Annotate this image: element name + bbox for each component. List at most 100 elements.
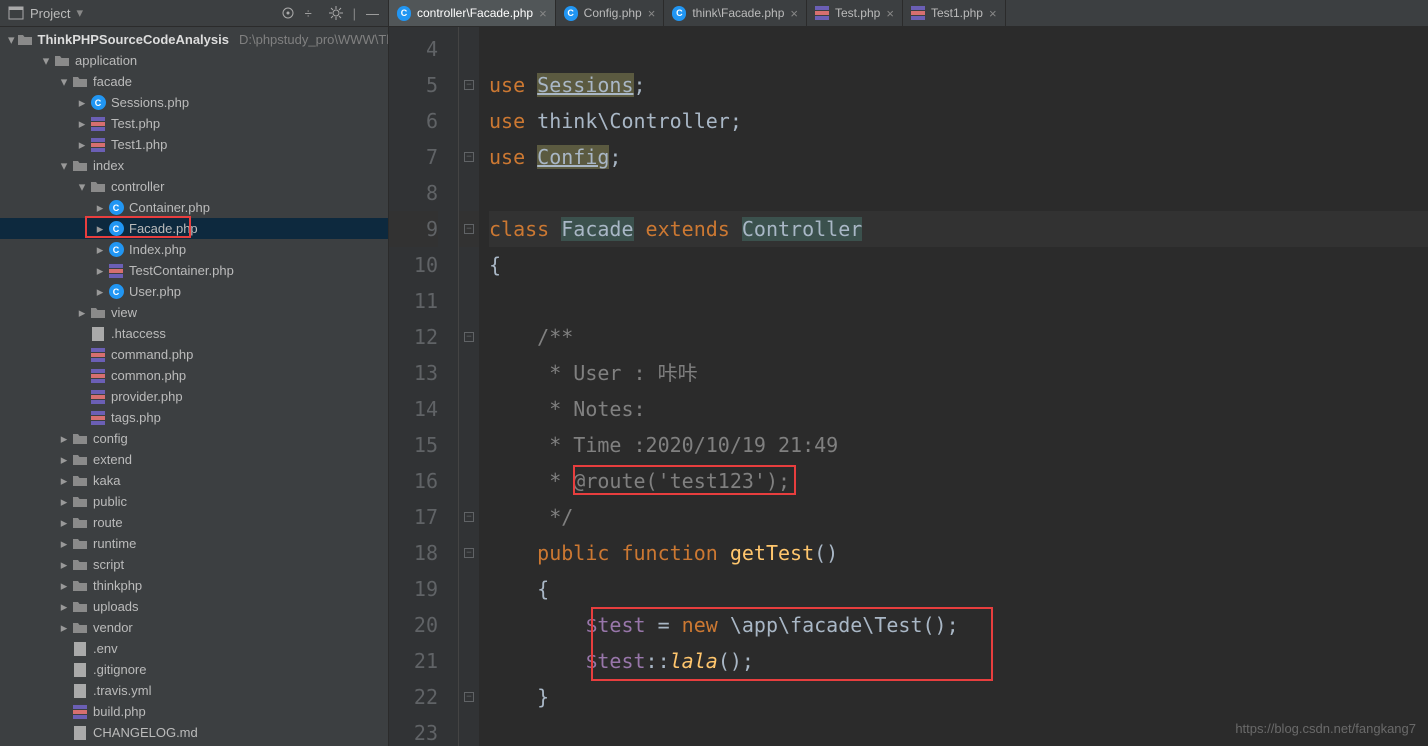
tree-item[interactable]: ▸CFacade.php [0,218,388,239]
file-type-icon [72,620,88,636]
tree-item[interactable]: ▾application [0,50,388,71]
chevron-icon[interactable]: ▸ [76,307,88,319]
chevron-icon[interactable]: ▸ [76,97,88,109]
tree-item[interactable]: ▸ config [0,428,388,449]
tree-item[interactable]: command.php [0,344,388,365]
tree-item[interactable]: build.php [0,701,388,722]
tree-item[interactable]: CHANGELOG.md [0,722,388,743]
chevron-icon[interactable]: ▸ [58,538,70,550]
tree-item-label: User.php [129,284,181,299]
tree-item[interactable]: .gitignore [0,659,388,680]
editor-tab[interactable]: Ccontroller\Facade.php× [389,0,556,26]
tree-root[interactable]: ▾ThinkPHPSourceCodeAnalysisD:\phpstudy_p… [0,29,388,50]
code-lines[interactable]: use Sessions; use think\Controller; use … [479,27,1428,746]
chevron-icon[interactable] [58,727,70,739]
tree-item[interactable]: ▸CSessions.php [0,92,388,113]
tree-item-label: config [93,431,128,446]
chevron-icon[interactable]: ▾ [58,160,70,172]
project-window-icon [8,5,24,21]
tree-item-label: provider.php [111,389,183,404]
chevron-icon[interactable]: ▸ [76,139,88,151]
chevron-icon[interactable]: ▸ [58,454,70,466]
tree-item[interactable]: ▸public [0,491,388,512]
locate-icon[interactable] [281,6,295,20]
tree-item[interactable]: .htaccess [0,323,388,344]
tree-item[interactable]: ▸Test.php [0,113,388,134]
close-icon[interactable]: × [989,6,997,21]
tree-item[interactable]: .travis.yml [0,680,388,701]
tree-item[interactable]: ▸runtime [0,533,388,554]
editor-pane: Ccontroller\Facade.php×CConfig.php×Cthin… [389,0,1428,746]
chevron-icon[interactable] [76,328,88,340]
file-type-icon [90,368,106,384]
editor-tab[interactable]: Test.php× [807,0,903,26]
hide-icon[interactable]: — [366,6,380,20]
chevron-icon[interactable]: ▸ [58,517,70,529]
chevron-icon[interactable] [76,391,88,403]
tree-item[interactable]: ▾index [0,155,388,176]
chevron-icon[interactable] [76,412,88,424]
tree-item-label: .gitignore [93,662,146,677]
chevron-icon[interactable] [76,349,88,361]
file-type-icon [72,158,88,174]
tree-item[interactable]: ▸route [0,512,388,533]
close-icon[interactable]: × [648,6,656,21]
chevron-icon[interactable]: ▸ [58,496,70,508]
chevron-icon[interactable] [76,370,88,382]
file-type-icon: C [108,200,124,216]
code-area[interactable]: 4567891011121314151617181920212223 −−−−−… [389,27,1428,746]
chevron-icon[interactable] [58,664,70,676]
project-tree[interactable]: ▾ThinkPHPSourceCodeAnalysisD:\phpstudy_p… [0,27,388,746]
tree-item[interactable]: ▸thinkphp [0,575,388,596]
chevron-icon[interactable] [58,706,70,718]
chevron-icon[interactable]: ▸ [94,265,106,277]
close-icon[interactable]: × [790,6,798,21]
chevron-icon[interactable]: ▸ [58,601,70,613]
close-icon[interactable]: × [886,6,894,21]
chevron-icon[interactable]: ▸ [76,118,88,130]
file-type-icon [72,599,88,615]
chevron-icon[interactable]: ▸ [58,580,70,592]
tree-item[interactable]: ▸TestContainer.php [0,260,388,281]
tree-item[interactable]: ▸kaka [0,470,388,491]
tree-item[interactable]: ▸CContainer.php [0,197,388,218]
tree-item[interactable]: .env [0,638,388,659]
tree-item[interactable]: common.php [0,365,388,386]
chevron-icon[interactable]: ▸ [58,475,70,487]
tree-item[interactable]: ▸vendor [0,617,388,638]
chevron-icon[interactable]: ▾ [40,55,52,67]
chevron-icon[interactable]: ▾ [76,181,88,193]
tree-item[interactable]: ▸CUser.php [0,281,388,302]
close-icon[interactable]: × [539,6,547,21]
tree-item[interactable]: ▸view [0,302,388,323]
tree-item[interactable]: ▸Test1.php [0,134,388,155]
chevron-icon[interactable]: ▸ [58,433,70,445]
chevron-icon[interactable]: ▸ [94,244,106,256]
tree-item[interactable]: provider.php [0,386,388,407]
line-gutter: 4567891011121314151617181920212223 [389,27,459,746]
chevron-icon[interactable]: ▸ [94,223,106,235]
chevron-icon[interactable] [58,643,70,655]
chevron-icon[interactable]: ▸ [58,622,70,634]
project-title[interactable]: Project ▾ [8,5,281,21]
tree-item[interactable]: ▸uploads [0,596,388,617]
editor-tab[interactable]: Test1.php× [903,0,1006,26]
tree-item[interactable]: ▸CIndex.php [0,239,388,260]
tree-item[interactable]: ▾facade [0,71,388,92]
tree-item[interactable]: tags.php [0,407,388,428]
collapse-icon[interactable]: ÷ [305,6,319,20]
editor-tab[interactable]: Cthink\Facade.php× [664,0,807,26]
project-dropdown-icon: ▾ [76,5,83,21]
chevron-icon[interactable]: ▸ [94,286,106,298]
chevron-icon[interactable]: ▸ [94,202,106,214]
file-type-icon [90,410,106,426]
chevron-icon[interactable] [58,685,70,697]
editor-tab[interactable]: CConfig.php× [556,0,665,26]
settings-gear-icon[interactable] [329,6,343,20]
chevron-icon[interactable]: ▸ [58,559,70,571]
file-type-icon: C [108,242,124,258]
chevron-icon[interactable]: ▾ [58,76,70,88]
tree-item[interactable]: ▸script [0,554,388,575]
tree-item[interactable]: ▾controller [0,176,388,197]
tree-item[interactable]: ▸extend [0,449,388,470]
